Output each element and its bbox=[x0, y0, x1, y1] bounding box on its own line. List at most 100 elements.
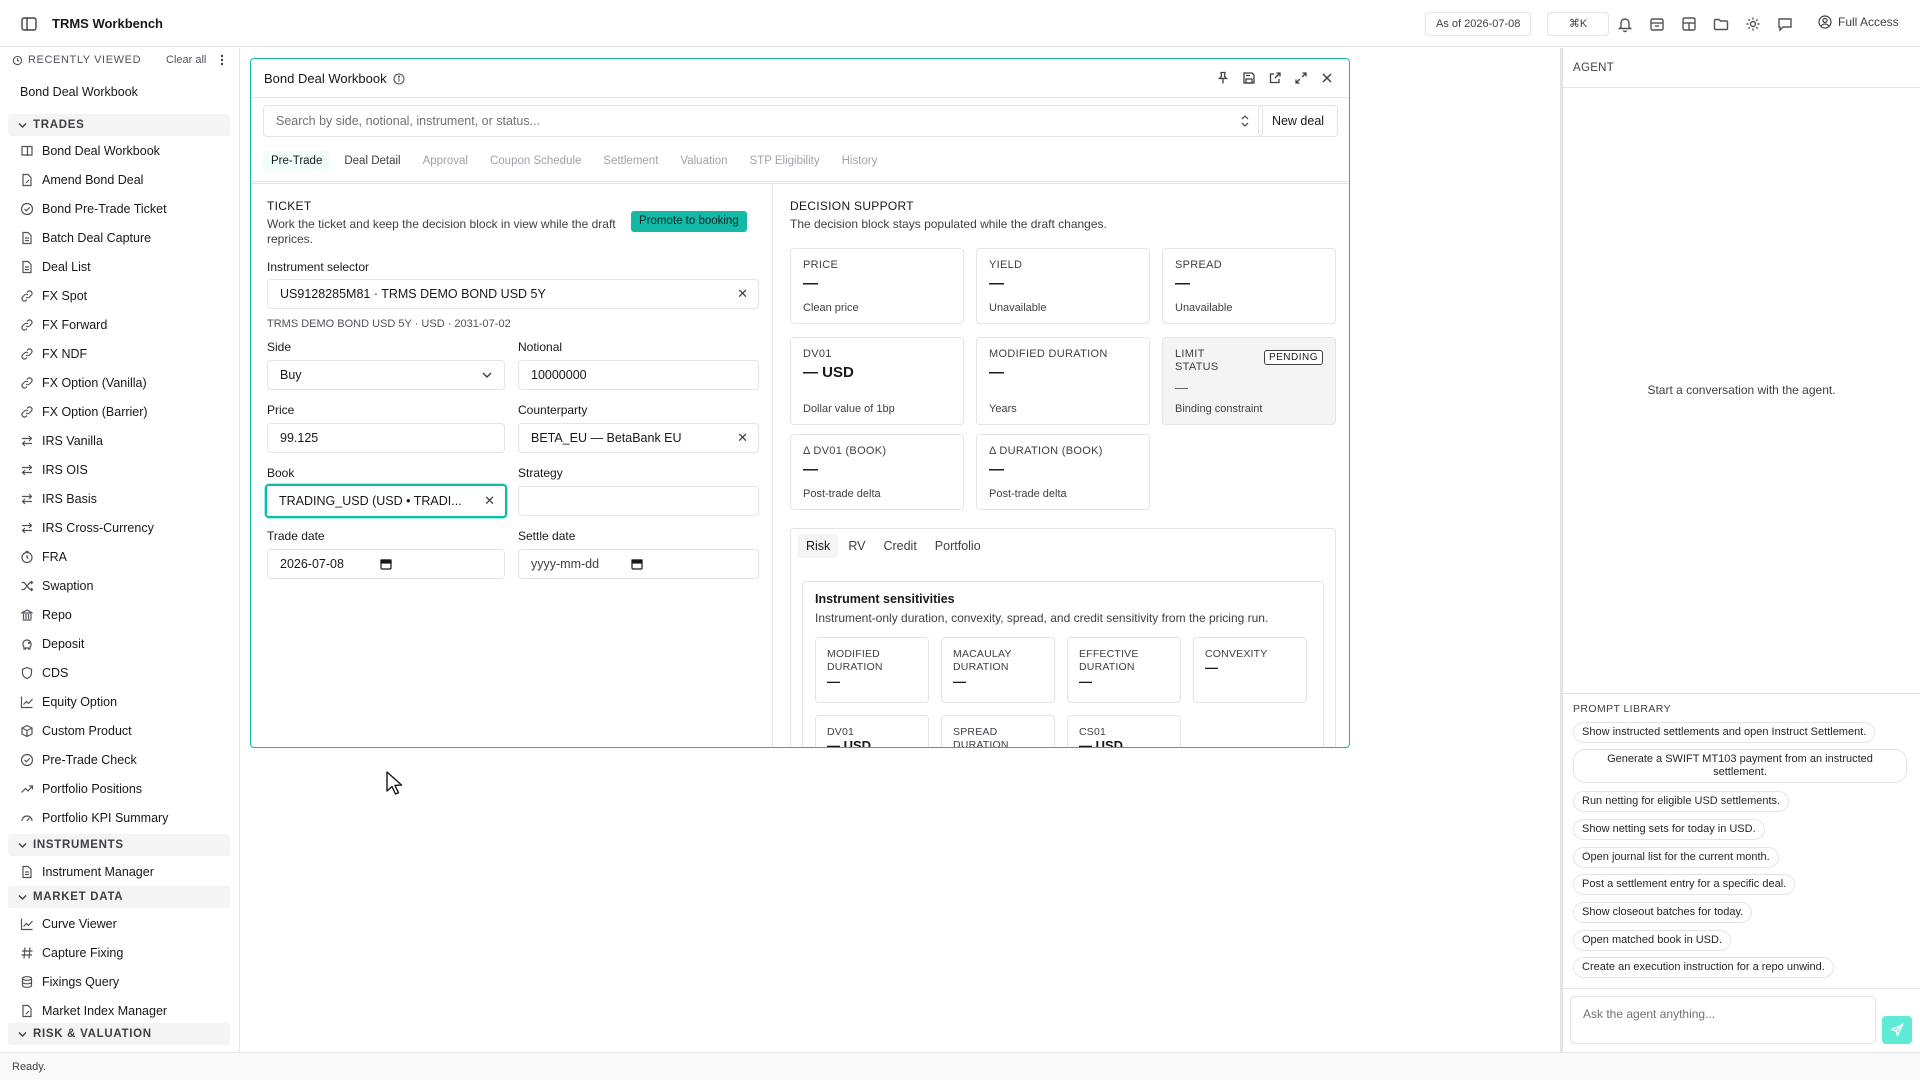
instrument-details: TRMS DEMO BOND USD 5Y · USD · 2031-07-02 bbox=[267, 318, 511, 330]
subtab-rv[interactable]: RV bbox=[840, 534, 873, 558]
sidebar-item-deal-list[interactable]: Deal List bbox=[20, 256, 91, 278]
sidebar-item-cds[interactable]: CDS bbox=[20, 662, 68, 684]
deal-search-input[interactable]: Search by side, notional, instrument, or… bbox=[263, 105, 1263, 137]
prompt-chip[interactable]: Show instructed settlements and open Ins… bbox=[1573, 722, 1876, 743]
tab-pre-trade[interactable]: Pre-Trade bbox=[263, 151, 331, 171]
bell-icon[interactable] bbox=[1616, 15, 1634, 33]
sidebar-item-fx-forward[interactable]: FX Forward bbox=[20, 314, 107, 336]
sidebar-item-bond-pre-trade-ticket[interactable]: Bond Pre-Trade Ticket bbox=[20, 198, 167, 220]
sidebar-item-bond-deal-workbook[interactable]: Bond Deal Workbook bbox=[20, 140, 160, 162]
send-button[interactable] bbox=[1882, 1016, 1912, 1044]
sidebar-item-fx-option-vanilla[interactable]: FX Option (Vanilla) bbox=[20, 372, 147, 394]
tab-stp-eligibility[interactable]: STP Eligibility bbox=[742, 151, 828, 171]
instrument-selector[interactable]: US9128285M81 · TRMS DEMO BOND USD 5Y ✕ bbox=[267, 279, 759, 309]
calendar-icon[interactable] bbox=[380, 558, 392, 570]
divider bbox=[1563, 693, 1920, 694]
info-icon[interactable] bbox=[393, 72, 405, 85]
sidebar-item-portfolio-positions[interactable]: Portfolio Positions bbox=[20, 778, 142, 800]
command-palette-button[interactable]: ⌘K bbox=[1547, 12, 1609, 36]
as-of-date[interactable]: As of 2026-07-08 bbox=[1425, 12, 1532, 36]
clear-icon[interactable]: ✕ bbox=[737, 424, 748, 452]
close-icon[interactable] bbox=[1319, 70, 1335, 86]
agent-message-input[interactable]: Ask the agent anything... bbox=[1570, 996, 1876, 1044]
sidebar-item-irs-vanilla[interactable]: IRS Vanilla bbox=[20, 430, 103, 452]
tab-valuation[interactable]: Valuation bbox=[672, 151, 735, 171]
sidebar-item-fixings-query[interactable]: Fixings Query bbox=[20, 971, 119, 993]
subtab-risk[interactable]: Risk bbox=[798, 534, 839, 558]
sidebar-item-capture-fixing[interactable]: Capture Fixing bbox=[20, 942, 123, 964]
prompt-chip[interactable]: Run netting for eligible USD settlements… bbox=[1573, 791, 1790, 812]
sidebar-item-fx-spot[interactable]: FX Spot bbox=[20, 285, 87, 307]
sidebar-item-irs-basis[interactable]: IRS Basis bbox=[20, 488, 97, 510]
price-input[interactable]: 99.125 bbox=[267, 423, 505, 453]
save-icon[interactable] bbox=[1241, 70, 1257, 86]
subtab-credit[interactable]: Credit bbox=[875, 534, 924, 558]
sidebar-section-market-data[interactable]: MARKET DATA bbox=[8, 886, 230, 908]
prompt-chip[interactable]: Post a settlement entry for a specific d… bbox=[1573, 874, 1796, 895]
sidebar-item-curve-viewer[interactable]: Curve Viewer bbox=[20, 913, 117, 935]
sidebar-item-batch-deal-capture[interactable]: Batch Deal Capture bbox=[20, 227, 151, 249]
external-link-icon[interactable] bbox=[1267, 70, 1283, 86]
sidebar-toggle-icon[interactable] bbox=[20, 15, 38, 33]
sidebar-item-swaption[interactable]: Swaption bbox=[20, 575, 93, 597]
sidebar-item-market-index-manager[interactable]: Market Index Manager bbox=[20, 1000, 167, 1022]
sidebar-section-risk-valuation[interactable]: RISK & VALUATION bbox=[8, 1023, 230, 1045]
sidebar-item-irs-cross-currency[interactable]: IRS Cross-Currency bbox=[20, 517, 154, 539]
prompt-chip[interactable]: Create an execution instruction for a re… bbox=[1573, 957, 1834, 978]
sidebar-section-trades[interactable]: TRADES bbox=[8, 114, 230, 136]
prompt-chip[interactable]: Show closeout batches for today. bbox=[1573, 902, 1753, 923]
prompt-chip[interactable]: Show netting sets for today in USD. bbox=[1573, 819, 1765, 840]
calendar-icon[interactable] bbox=[1648, 15, 1666, 33]
tab-settlement[interactable]: Settlement bbox=[595, 151, 666, 171]
sidebar-item-repo[interactable]: Repo bbox=[20, 604, 72, 626]
clear-icon[interactable]: ✕ bbox=[484, 486, 495, 516]
tab-deal-detail[interactable]: Deal Detail bbox=[336, 151, 408, 171]
recent-item[interactable]: Bond Deal Workbook bbox=[20, 85, 138, 99]
chevron-down-icon bbox=[18, 894, 27, 901]
tab-coupon-schedule[interactable]: Coupon Schedule bbox=[482, 151, 589, 171]
metric-value: — bbox=[989, 275, 1004, 292]
sidebar-item-fra[interactable]: FRA bbox=[20, 546, 67, 568]
sidebar-item-amend-bond-deal[interactable]: Amend Bond Deal bbox=[20, 169, 143, 191]
gear-icon[interactable] bbox=[1744, 15, 1762, 33]
layout-icon[interactable] bbox=[1680, 15, 1698, 33]
strategy-input[interactable] bbox=[518, 486, 759, 516]
sidebar-item-fx-ndf[interactable]: FX NDF bbox=[20, 343, 87, 365]
promote-to-booking-button[interactable]: Promote to booking bbox=[631, 211, 747, 232]
prompt-chip[interactable]: Open journal list for the current month. bbox=[1573, 847, 1779, 868]
settle-date-value: yyyy-mm-dd bbox=[531, 557, 600, 571]
chat-icon[interactable] bbox=[1776, 15, 1794, 33]
calendar-icon[interactable] bbox=[631, 558, 643, 570]
sidebar-item-equity-option[interactable]: Equity Option bbox=[20, 691, 117, 713]
side-select[interactable]: Buy bbox=[267, 360, 505, 390]
sidebar-section-instruments[interactable]: INSTRUMENTS bbox=[8, 834, 230, 856]
book-selector[interactable]: TRADING_USD (USD • TRADI... ✕ bbox=[265, 484, 507, 518]
sidebar-item-custom-product[interactable]: Custom Product bbox=[20, 720, 132, 742]
tab-history[interactable]: History bbox=[834, 151, 886, 171]
clear-icon[interactable]: ✕ bbox=[737, 280, 748, 308]
maximize-icon[interactable] bbox=[1293, 70, 1309, 86]
settle-date-input[interactable]: yyyy-mm-dd bbox=[518, 549, 759, 579]
sidebar-item-irs-ois[interactable]: IRS OIS bbox=[20, 459, 88, 481]
sensitivities-description: Instrument-only duration, convexity, spr… bbox=[815, 611, 1269, 625]
sidebar-item-portfolio-kpi-summary[interactable]: Portfolio KPI Summary bbox=[20, 807, 168, 829]
sidebar-item-pre-trade-check[interactable]: Pre-Trade Check bbox=[20, 749, 137, 771]
trade-date-input[interactable]: 2026-07-08 bbox=[267, 549, 505, 579]
prompt-chip[interactable]: Generate a SWIFT MT103 payment from an i… bbox=[1573, 749, 1907, 783]
notional-input[interactable]: 10000000 bbox=[518, 360, 759, 390]
sidebar-item-instrument-manager[interactable]: Instrument Manager bbox=[20, 861, 154, 883]
subtab-portfolio[interactable]: Portfolio bbox=[927, 534, 989, 558]
agent-empty-state: Start a conversation with the agent. bbox=[1647, 383, 1836, 397]
folder-icon[interactable] bbox=[1712, 15, 1730, 33]
pin-icon[interactable] bbox=[1215, 70, 1231, 86]
sidebar-item-fx-option-barrier[interactable]: FX Option (Barrier) bbox=[20, 401, 148, 423]
clear-all-button[interactable]: Clear all bbox=[166, 54, 206, 66]
sidebar-item-deposit[interactable]: Deposit bbox=[20, 633, 84, 655]
access-level[interactable]: Full Access bbox=[1818, 15, 1899, 29]
counterparty-selector[interactable]: BETA_EU — BetaBank EU ✕ bbox=[518, 423, 759, 453]
tab-approval[interactable]: Approval bbox=[415, 151, 476, 171]
trade-date-value: 2026-07-08 bbox=[280, 557, 344, 571]
more-vertical-icon[interactable] bbox=[218, 53, 226, 67]
new-deal-button[interactable]: New deal bbox=[1258, 105, 1338, 137]
prompt-chip[interactable]: Open matched book in USD. bbox=[1573, 930, 1732, 951]
